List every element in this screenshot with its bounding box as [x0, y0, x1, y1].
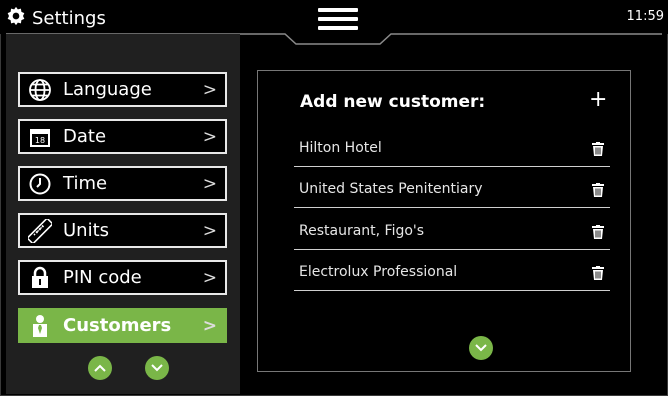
sidebar-item-pin-code[interactable]: PIN code >: [18, 260, 227, 295]
sidebar-item-language[interactable]: Language >: [18, 72, 227, 107]
chevron-right-icon: >: [202, 80, 217, 100]
menu-bar: [318, 17, 358, 21]
customer-row[interactable]: Electrolux Professional: [294, 258, 610, 291]
calendar-icon-day: 18: [35, 136, 45, 145]
customer-row[interactable]: United States Penitentiary: [294, 175, 610, 208]
person-icon: [28, 314, 52, 338]
chevron-right-icon: >: [202, 268, 217, 288]
sidebar-item-label: PIN code: [63, 267, 142, 288]
customer-name: Restaurant, Figo's: [299, 223, 425, 239]
chevron-right-icon: >: [202, 316, 217, 336]
trash-icon[interactable]: [592, 224, 604, 243]
sidebar-item-label: Time: [63, 173, 108, 194]
customers-panel: Add new customer: + Hilton Hotel United …: [257, 70, 631, 372]
customer-row[interactable]: Hilton Hotel: [294, 134, 610, 167]
add-customer-button[interactable]: +: [589, 87, 607, 112]
chevron-right-icon: >: [202, 174, 217, 194]
panel-title: Add new customer:: [300, 92, 486, 112]
customer-name: Electrolux Professional: [299, 264, 458, 280]
sidebar-item-date[interactable]: 18 Date >: [18, 119, 227, 154]
menu-bar: [318, 8, 358, 12]
sidebar-item-customers[interactable]: Customers >: [18, 308, 227, 343]
menu-bar: [318, 26, 358, 30]
clock-icon: [28, 172, 52, 196]
chevron-down-icon: [151, 364, 163, 372]
chevron-right-icon: >: [202, 127, 217, 147]
sidebar-item-label: Units: [63, 220, 110, 241]
chevron-up-icon: [94, 364, 106, 372]
chevron-right-icon: >: [202, 221, 217, 241]
customer-name: Hilton Hotel: [299, 140, 382, 156]
sidebar-item-label: Customers: [63, 315, 172, 336]
sidebar-item-time[interactable]: Time >: [18, 166, 227, 201]
scroll-up-button[interactable]: [88, 356, 112, 380]
sidebar-item-label: Language: [63, 79, 152, 100]
trash-icon[interactable]: [592, 182, 604, 201]
sidebar-item-units[interactable]: Units >: [18, 213, 227, 248]
list-scroll-down-button[interactable]: [469, 336, 493, 360]
lock-icon: [28, 266, 52, 290]
customer-row[interactable]: Restaurant, Figo's: [294, 217, 610, 250]
calendar-icon: 18: [28, 125, 52, 149]
globe-icon: [28, 78, 52, 102]
scroll-down-button[interactable]: [145, 356, 169, 380]
sidebar-item-label: Date: [63, 126, 107, 147]
trash-icon[interactable]: [592, 265, 604, 284]
customer-name: United States Penitentiary: [299, 181, 483, 197]
chevron-down-icon: [475, 344, 487, 352]
hamburger-menu-button[interactable]: [318, 8, 358, 36]
trash-icon[interactable]: [592, 141, 604, 160]
ruler-icon: [28, 218, 52, 243]
